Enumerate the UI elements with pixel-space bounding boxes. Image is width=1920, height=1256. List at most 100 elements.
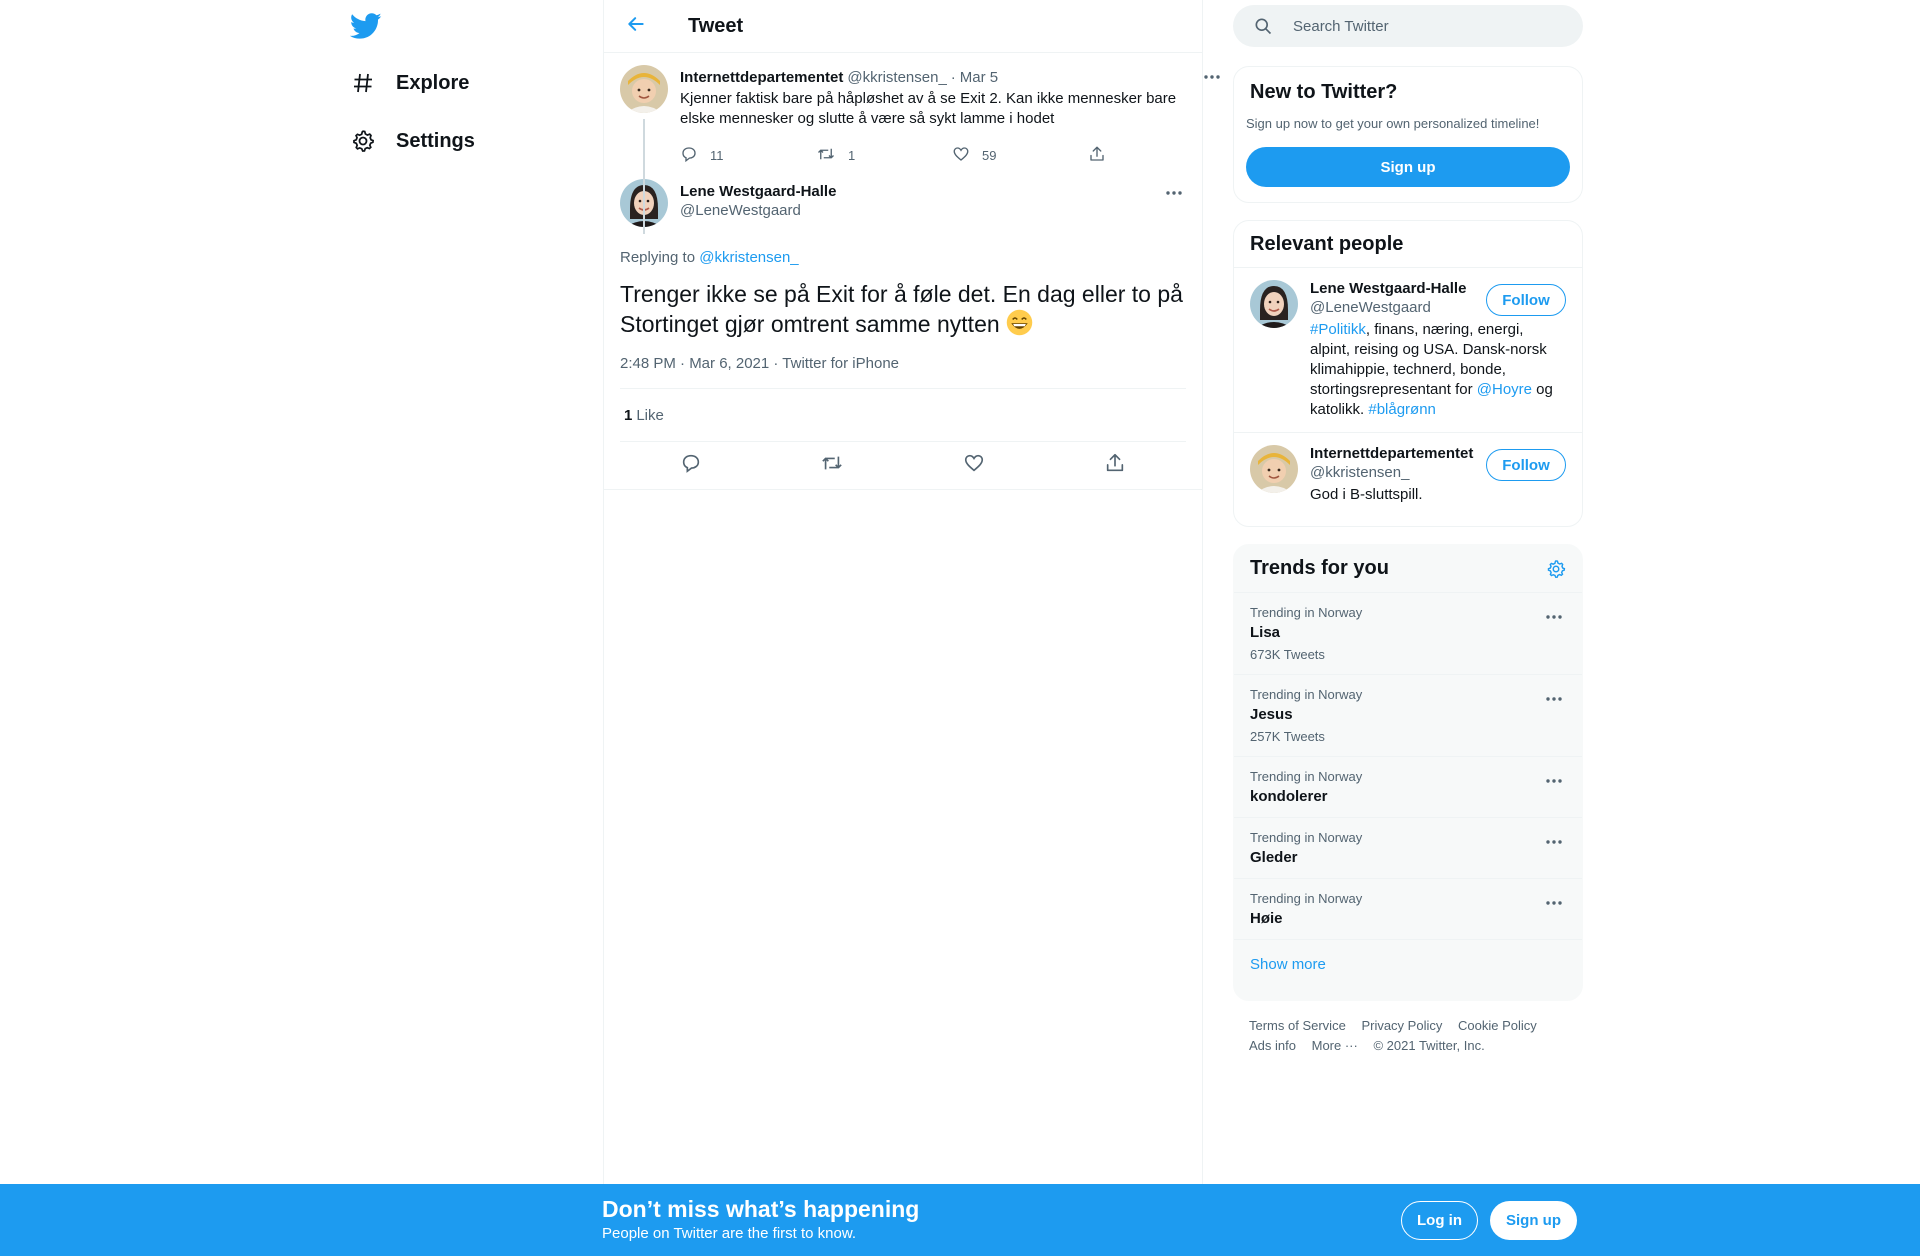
more-icon[interactable] [1162,183,1186,203]
focused-tweet: Lene Westgaard-Halle @LeneWestgaard Repl… [604,171,1202,490]
tweet-text: Kjenner faktisk bare på håpløshet av å s… [680,90,1177,127]
bottom-bar-subtitle: People on Twitter are the first to know. [602,1225,857,1242]
trend-name: Lisa [1250,624,1281,641]
hashtag-link[interactable]: #blågrønn [1368,401,1436,418]
trend-context: Trending in Norway [1250,830,1363,845]
card-title: Relevant people [1234,221,1582,268]
show-more-link[interactable]: Show more [1234,940,1582,989]
person-item[interactable]: Internettdepartementet @kkristensen_ God… [1234,433,1582,517]
parent-tweet-body: Internettdepartementet @kkristensen_ · M… [680,65,1224,171]
back-button[interactable] [618,8,654,44]
bottom-signup-bar: Don’t miss what’s happening People on Tw… [0,1184,1920,1256]
author-handle[interactable]: @kkristensen_ [847,69,946,86]
avatar[interactable] [1250,280,1298,328]
trend-name: Gleder [1250,849,1298,866]
tweet-timestamp[interactable]: 2:48 PM · Mar 6, 2021 · Twitter for iPho… [620,355,1186,389]
more-icon[interactable] [1200,67,1224,87]
heart-icon [952,145,970,166]
replying-to-link[interactable]: @kkristensen_ [699,249,798,266]
trend-item[interactable]: Trending in Norway Jesus 257K Tweets [1234,675,1582,757]
trend-item[interactable]: Trending in Norway Høie [1234,879,1582,940]
twitter-bird-icon[interactable] [349,10,382,42]
follow-button[interactable]: Follow [1486,284,1566,316]
like-button[interactable]: 59 [952,145,1088,166]
ads-info-link[interactable]: Ads info [1249,1036,1296,1056]
avatar[interactable] [1250,445,1298,493]
person-bio: God i B-sluttspill. [1310,486,1423,503]
separator: · [950,68,956,86]
gear-icon [350,128,376,154]
nav-item-explore[interactable]: Explore [350,63,469,103]
more-icon[interactable] [1542,893,1566,913]
nav-label-settings: Settings [396,129,475,152]
new-to-twitter-card: New to Twitter? Sign up now to get your … [1233,66,1583,203]
terms-link[interactable]: Terms of Service [1249,1016,1346,1036]
person-name[interactable]: Internettdepartementet [1310,445,1485,462]
person-bio: #Politikk, finans, næring, energi, alpin… [1310,320,1560,420]
hashtag-link[interactable]: #Politikk [1310,321,1366,338]
like-button[interactable] [954,446,994,486]
card-subtitle: Sign up now to get your own personalized… [1246,116,1540,131]
share-button[interactable] [1088,145,1224,166]
trends-card: Trends for you Trending in Norway Lisa 6… [1233,544,1583,1001]
follow-button[interactable]: Follow [1486,449,1566,481]
author-name[interactable]: Lene Westgaard-Halle [680,183,836,200]
more-icon[interactable] [1542,832,1566,852]
trend-item[interactable]: Trending in Norway kondolerer [1234,757,1582,818]
reply-button[interactable] [671,446,711,486]
retweet-button[interactable] [812,446,852,486]
retweet-icon [820,452,844,479]
retweet-button[interactable]: 1 [816,145,952,166]
sign-up-button[interactable]: Sign up [1246,147,1570,187]
reply-icon [680,145,698,166]
avatar[interactable] [620,65,668,113]
replying-prefix: Replying to [620,249,696,266]
privacy-link[interactable]: Privacy Policy [1361,1016,1442,1036]
person-handle[interactable]: @LeneWestgaard [1310,299,1485,316]
page-title: Tweet [688,14,744,37]
footer-links: Terms of Service Privacy Policy Cookie P… [1249,1016,1569,1056]
trend-item[interactable]: Trending in Norway Lisa 673K Tweets [1234,593,1582,675]
author-name[interactable]: Internettdepartementet [680,69,843,86]
retweet-count: 1 [848,147,856,163]
gear-icon[interactable] [1546,559,1566,579]
parent-tweet[interactable]: Internettdepartementet @kkristensen_ · M… [604,53,1220,234]
more-link[interactable]: More ··· [1312,1036,1358,1056]
more-icon[interactable] [1542,771,1566,791]
heart-icon [963,452,985,479]
author-handle[interactable]: @LeneWestgaard [680,202,836,219]
tweet-date[interactable]: Mar 5 [960,69,998,86]
like-stats[interactable]: 1 Like [620,389,1186,442]
person-item[interactable]: Lene Westgaard-Halle @LeneWestgaard #Pol… [1234,268,1582,433]
relevant-people-card: Relevant people Lene Westgaard-Halle @Le… [1233,220,1583,527]
trend-context: Trending in Norway [1250,769,1363,784]
trend-name: Jesus [1250,706,1293,723]
log-in-button[interactable]: Log in [1401,1201,1478,1240]
reply-button[interactable]: 11 [680,145,816,166]
share-icon [1104,452,1126,479]
nav-item-settings[interactable]: Settings [350,121,475,161]
trend-name: kondolerer [1250,788,1328,805]
nav-label-explore: Explore [396,71,470,94]
trend-context: Trending in Norway [1250,605,1363,620]
focused-tweet-actions [604,442,1202,490]
mention-link[interactable]: @Hoyre [1477,381,1532,398]
reply-count: 11 [710,147,724,163]
card-title: Trends for you [1250,557,1389,579]
trend-item[interactable]: Trending in Norway Gleder [1234,818,1582,879]
share-button[interactable] [1095,446,1135,486]
more-icon[interactable] [1542,607,1566,627]
search-input[interactable] [1293,17,1553,35]
focused-tweet-author: Lene Westgaard-Halle @LeneWestgaard [680,179,836,219]
retweet-icon [816,145,836,166]
more-icon[interactable] [1542,689,1566,709]
tweet-actions: 11 1 59 [680,139,1224,171]
tweet-text: Trenger ikke se på Exit for å føle det. … [620,281,1183,337]
person-name[interactable]: Lene Westgaard-Halle [1310,280,1485,297]
person-handle[interactable]: @kkristensen_ [1310,464,1485,481]
cookie-link[interactable]: Cookie Policy [1458,1016,1537,1036]
search-bar[interactable] [1233,5,1583,47]
sign-up-button[interactable]: Sign up [1490,1201,1577,1240]
like-count: 59 [982,147,997,163]
reply-icon [680,452,702,479]
